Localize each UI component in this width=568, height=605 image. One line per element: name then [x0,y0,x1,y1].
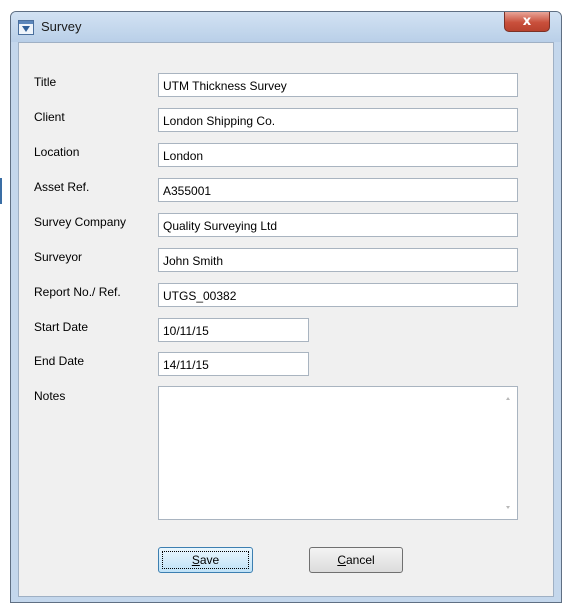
survey-company-field[interactable]: Quality Surveying Ltd [158,213,518,237]
asset-ref-label: Asset Ref. [34,180,90,194]
title-field[interactable]: UTM Thickness Survey [158,73,518,97]
client-field[interactable]: London Shipping Co. [158,108,518,132]
asset-ref-field[interactable]: A355001 [158,178,518,202]
surveyor-field[interactable]: John Smith [158,248,518,272]
background-window-edge [0,0,4,605]
save-button[interactable]: Save [158,547,253,573]
close-button[interactable]: x [504,12,550,32]
end-date-field[interactable]: 14/11/15 [158,352,309,376]
cancel-label-rest: ancel [345,553,375,567]
save-button-label: Save [192,553,219,567]
dialog-client-area: Title UTM Thickness Survey Client London… [18,42,554,597]
end-date-label: End Date [34,354,85,368]
cancel-button-label: Cancel [337,553,374,567]
close-icon: x [522,14,532,29]
notes-textarea[interactable] [158,386,518,520]
start-date-field[interactable]: 10/11/15 [158,318,309,342]
scroll-up-icon[interactable] [506,397,510,400]
save-label-rest: ave [199,553,220,567]
location-field[interactable]: London [158,143,518,167]
start-date-label: Start Date [34,320,89,334]
report-ref-label: Report No./ Ref. [34,285,121,299]
form-window-icon[interactable] [18,20,34,35]
report-ref-field[interactable]: UTGS_00382 [158,283,518,307]
window-title: Survey [41,19,82,34]
notes-label: Notes [34,389,66,403]
location-label: Location [34,145,80,159]
surveyor-label: Surveyor [34,250,83,264]
title-bar[interactable]: Survey x [11,12,561,42]
background-window-accent [0,178,2,204]
client-label: Client [34,110,65,124]
title-label: Title [34,75,57,89]
save-mnemonic: S [191,553,200,567]
scroll-down-icon[interactable] [506,506,510,509]
survey-company-label: Survey Company [34,215,127,229]
cancel-mnemonic: C [337,553,346,567]
survey-dialog: Survey x Title UTM Thickness Survey Clie… [10,11,562,603]
cancel-button[interactable]: Cancel [309,547,403,573]
